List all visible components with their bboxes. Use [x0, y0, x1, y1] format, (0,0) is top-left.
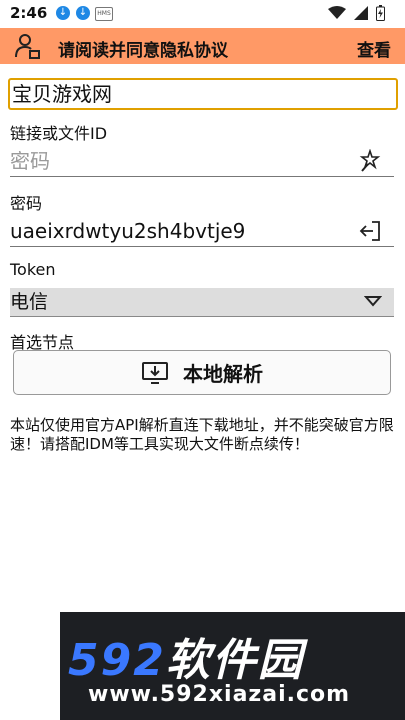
node-selected-value: 电信	[10, 291, 49, 313]
view-privacy-link[interactable]: 查看	[357, 36, 391, 61]
download-notification-icon: ↓	[56, 6, 70, 20]
download-monitor-icon	[142, 361, 168, 384]
hms-notification-icon: HMS	[95, 7, 113, 21]
magic-wand-icon[interactable]	[358, 149, 382, 173]
status-bar: 2:46 ↓ ↓ HMS	[0, 0, 405, 28]
watermark-url: www.592xiazai.com	[88, 682, 351, 707]
signal-icon	[354, 6, 368, 20]
watermark-text: 软件园	[165, 635, 304, 686]
privacy-banner: 请阅读并同意隐私协议 查看	[0, 28, 405, 64]
wifi-icon	[328, 6, 346, 19]
site-name-input[interactable]: 宝贝游戏网	[8, 78, 398, 110]
password-input[interactable]: uaeixrdwtyu2sh4bvtje9	[10, 216, 394, 247]
watermark-logo: 592软件园 www.592xiazai.com	[60, 612, 405, 720]
login-icon[interactable]	[358, 219, 382, 243]
status-time: 2:46	[10, 4, 48, 22]
local-parse-button[interactable]: 本地解析	[13, 350, 391, 395]
description-text: 本站仅使用官方API解析直连下载地址，并不能突破官方限速！请搭配IDM等工具实现…	[10, 416, 394, 453]
link-placeholder: 密码	[10, 149, 50, 173]
link-label: 链接或文件ID	[10, 124, 108, 143]
watermark-title: 592软件园	[68, 624, 304, 688]
password-value: uaeixrdwtyu2sh4bvtje9	[10, 219, 246, 243]
watermark-number: 592	[68, 635, 166, 686]
local-parse-label: 本地解析	[183, 362, 263, 386]
link-input[interactable]: 密码	[10, 146, 394, 177]
token-label: Token	[10, 260, 56, 279]
chevron-down-icon	[364, 296, 382, 307]
battery-icon	[376, 5, 385, 21]
node-select[interactable]: 电信	[10, 288, 394, 317]
password-label: 密码	[10, 194, 43, 213]
user-settings-icon[interactable]	[14, 32, 42, 60]
download-notification-icon-2: ↓	[76, 6, 90, 20]
privacy-title: 请阅读并同意隐私协议	[58, 41, 228, 61]
